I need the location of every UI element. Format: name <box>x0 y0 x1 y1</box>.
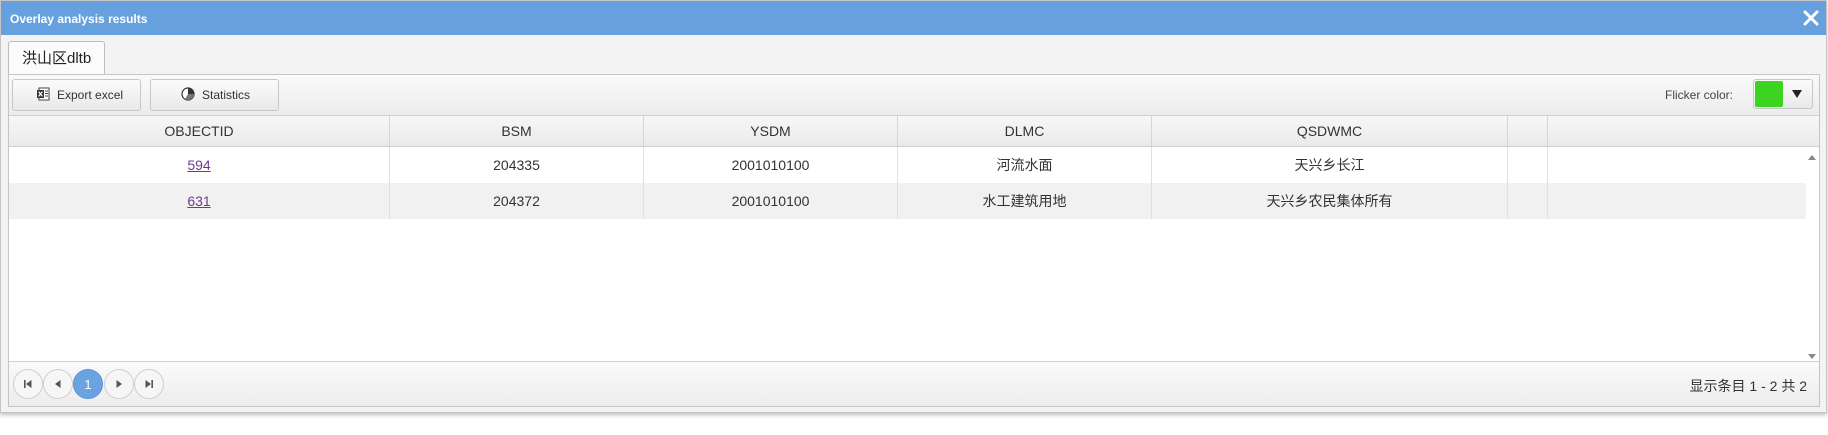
vertical-scrollbar[interactable] <box>1805 147 1819 363</box>
tab-hongshan-dltb[interactable]: 洪山区dltb <box>8 41 106 75</box>
flicker-color-swatch <box>1755 81 1783 107</box>
close-icon[interactable] <box>1800 7 1822 29</box>
prev-page-button[interactable] <box>43 369 73 399</box>
column-header-qsdwmc[interactable]: QSDWMC <box>1152 116 1508 146</box>
objectid-link[interactable]: 594 <box>187 157 210 173</box>
next-page-icon <box>116 380 122 388</box>
cell-qsdwmc: 天兴乡长江 <box>1152 147 1508 183</box>
statistics-label: Statistics <box>202 88 251 102</box>
cell-bsm: 204372 <box>390 183 644 219</box>
toolbar: Export excel Statistics Flicker color: <box>9 75 1819 116</box>
cell-ysdm: 2001010100 <box>644 147 898 183</box>
next-page-button[interactable] <box>104 369 134 399</box>
table-row[interactable]: 594 204335 2001010100 河流水面 天兴乡长江 <box>9 147 1806 183</box>
last-page-button[interactable] <box>134 369 164 399</box>
first-page-icon <box>24 380 32 388</box>
excel-icon <box>36 87 50 104</box>
cell-qsdwmc: 天兴乡农民集体所有 <box>1152 183 1508 219</box>
cell-objectid: 631 <box>9 183 390 219</box>
export-excel-button[interactable]: Export excel <box>12 79 141 111</box>
column-header-spacer <box>1508 116 1548 146</box>
window-titlebar[interactable]: Overlay analysis results <box>1 1 1826 35</box>
first-page-button[interactable] <box>13 369 43 399</box>
export-excel-label: Export excel <box>57 88 124 102</box>
statistics-button[interactable]: Statistics <box>150 79 279 111</box>
prev-page-icon <box>55 380 61 388</box>
tab-label: 洪山区dltb <box>22 50 92 67</box>
page-button-current[interactable]: 1 <box>73 369 103 399</box>
table-row[interactable]: 631 204372 2001010100 水工建筑用地 天兴乡农民集体所有 <box>9 183 1806 219</box>
column-header-bsm[interactable]: BSM <box>390 116 644 146</box>
overlay-results-window: Overlay analysis results 洪山区dltb Export … <box>0 0 1827 413</box>
pie-chart-icon <box>181 86 195 104</box>
results-panel: Export excel Statistics Flicker color: O… <box>8 74 1820 407</box>
grid-header: OBJECTID BSM YSDM DLMC QSDWMC <box>9 116 1819 147</box>
pager: 1 显示条目 1 - 2 共 2 <box>9 361 1819 406</box>
window-title: Overlay analysis results <box>10 12 148 26</box>
cell-bsm: 204335 <box>390 147 644 183</box>
objectid-link[interactable]: 631 <box>187 193 210 209</box>
column-header-dlmc[interactable]: DLMC <box>898 116 1152 146</box>
cell-dlmc: 河流水面 <box>898 147 1152 183</box>
chevron-down-icon <box>1792 90 1802 98</box>
pager-info: 显示条目 1 - 2 共 2 <box>1689 378 1807 394</box>
cell-spacer <box>1508 183 1548 219</box>
scroll-up-icon[interactable] <box>1808 155 1816 160</box>
cell-dlmc: 水工建筑用地 <box>898 183 1152 219</box>
column-header-ysdm[interactable]: YSDM <box>644 116 898 146</box>
cell-ysdm: 2001010100 <box>644 183 898 219</box>
last-page-icon <box>145 380 153 388</box>
column-header-objectid[interactable]: OBJECTID <box>9 116 390 146</box>
cell-spacer <box>1508 147 1548 183</box>
flicker-color-picker[interactable] <box>1753 79 1813 109</box>
scroll-down-icon[interactable] <box>1808 354 1816 359</box>
cell-objectid: 594 <box>9 147 390 183</box>
flicker-color-label: Flicker color: <box>1664 88 1733 102</box>
